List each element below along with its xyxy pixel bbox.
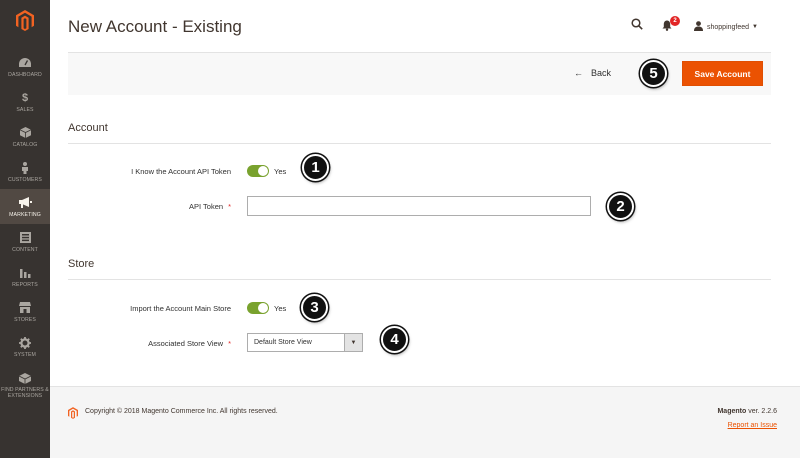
magento-logo-icon xyxy=(68,406,78,424)
know-token-toggle[interactable] xyxy=(247,165,269,177)
sidebar-item-label: SYSTEM xyxy=(14,351,36,358)
notification-badge[interactable]: 2 xyxy=(670,16,680,26)
search-icon[interactable] xyxy=(631,17,643,35)
person-icon xyxy=(21,161,29,175)
sidebar-item-content[interactable]: CONTENT xyxy=(0,224,50,259)
dollar-icon: $ xyxy=(21,91,29,104)
callout-marker: 3 xyxy=(301,294,328,321)
sidebar-item-sales[interactable]: $ SALES xyxy=(0,84,50,119)
api-token-input[interactable] xyxy=(247,196,591,216)
page-title: New Account - Existing xyxy=(68,17,242,36)
sidebar-item-label: MARKETING xyxy=(9,211,41,218)
sidebar-item-reports[interactable]: REPORTS xyxy=(0,259,50,294)
callout-marker: 2 xyxy=(607,193,634,220)
user-name: shoppingfeed xyxy=(707,23,750,31)
required-asterisk: * xyxy=(228,339,231,348)
admin-sidebar: DASHBOARD $ SALES CATALOG CUSTOMERS MARK… xyxy=(0,0,50,458)
store-section-title: Store xyxy=(68,258,95,270)
store-view-label-text: Associated Store View xyxy=(148,339,224,348)
version-number: ver. 2.2.6 xyxy=(746,408,777,415)
chevron-down-icon[interactable]: ▼ xyxy=(344,334,362,351)
magento-logo-icon[interactable] xyxy=(0,0,50,40)
chevron-down-icon: ▼ xyxy=(752,24,758,30)
api-token-label: API Token * xyxy=(31,202,231,211)
user-menu[interactable]: shoppingfeed ▼ xyxy=(694,18,758,36)
sidebar-item-label: CATALOG xyxy=(12,141,38,148)
section-divider xyxy=(68,143,771,144)
store-view-select[interactable]: Default Store View ▼ xyxy=(247,333,363,352)
sidebar-item-catalog[interactable]: CATALOG xyxy=(0,119,50,154)
content-icon xyxy=(19,231,31,245)
store-icon xyxy=(19,301,31,315)
user-icon xyxy=(694,18,703,36)
bar-chart-icon xyxy=(19,266,31,280)
box-icon xyxy=(19,126,31,140)
megaphone-icon xyxy=(18,196,32,210)
sidebar-item-find-partners[interactable]: FIND PARTNERS & EXTENSIONS xyxy=(0,364,50,406)
section-divider xyxy=(68,279,771,280)
store-view-selected-value: Default Store View xyxy=(254,339,312,346)
sidebar-item-label: DASHBOARD xyxy=(8,71,42,78)
gear-icon xyxy=(19,336,31,350)
know-token-label: I Know the Account API Token xyxy=(131,167,231,176)
know-token-toggle-text: Yes xyxy=(274,167,287,176)
sidebar-item-label: REPORTS xyxy=(12,281,38,288)
import-store-label: Import the Account Main Store xyxy=(130,304,231,313)
sidebar-item-label: STORES xyxy=(14,316,36,323)
sidebar-item-label: SALES xyxy=(16,106,34,113)
store-view-label: Associated Store View * xyxy=(31,339,231,348)
save-account-button[interactable]: Save Account xyxy=(682,61,763,86)
sidebar-item-dashboard[interactable]: DASHBOARD xyxy=(0,49,50,84)
required-asterisk: * xyxy=(228,202,231,211)
sidebar-item-label: CUSTOMERS xyxy=(8,176,42,183)
back-button[interactable]: ← Back xyxy=(574,68,611,78)
import-store-toggle[interactable] xyxy=(247,302,269,314)
api-token-label-text: API Token xyxy=(189,202,224,211)
account-section-title: Account xyxy=(68,122,108,134)
version-text: Magento ver. 2.2.6 xyxy=(717,408,777,415)
callout-marker: 4 xyxy=(381,326,408,353)
dashboard-icon xyxy=(19,56,31,70)
sidebar-item-label: CONTENT xyxy=(12,246,38,253)
sidebar-item-label: FIND PARTNERS & EXTENSIONS xyxy=(1,387,49,399)
report-issue-link[interactable]: Report an Issue xyxy=(728,422,777,429)
back-button-label: Back xyxy=(591,68,612,78)
arrow-left-icon: ← xyxy=(574,68,583,78)
callout-marker: 1 xyxy=(302,154,329,181)
copyright-text: Copyright © 2018 Magento Commerce Inc. A… xyxy=(85,408,278,415)
extensions-icon xyxy=(19,371,31,385)
product-name: Magento xyxy=(717,408,747,415)
callout-marker: 5 xyxy=(640,60,667,87)
import-store-toggle-text: Yes xyxy=(274,304,287,313)
page-footer xyxy=(50,386,800,458)
